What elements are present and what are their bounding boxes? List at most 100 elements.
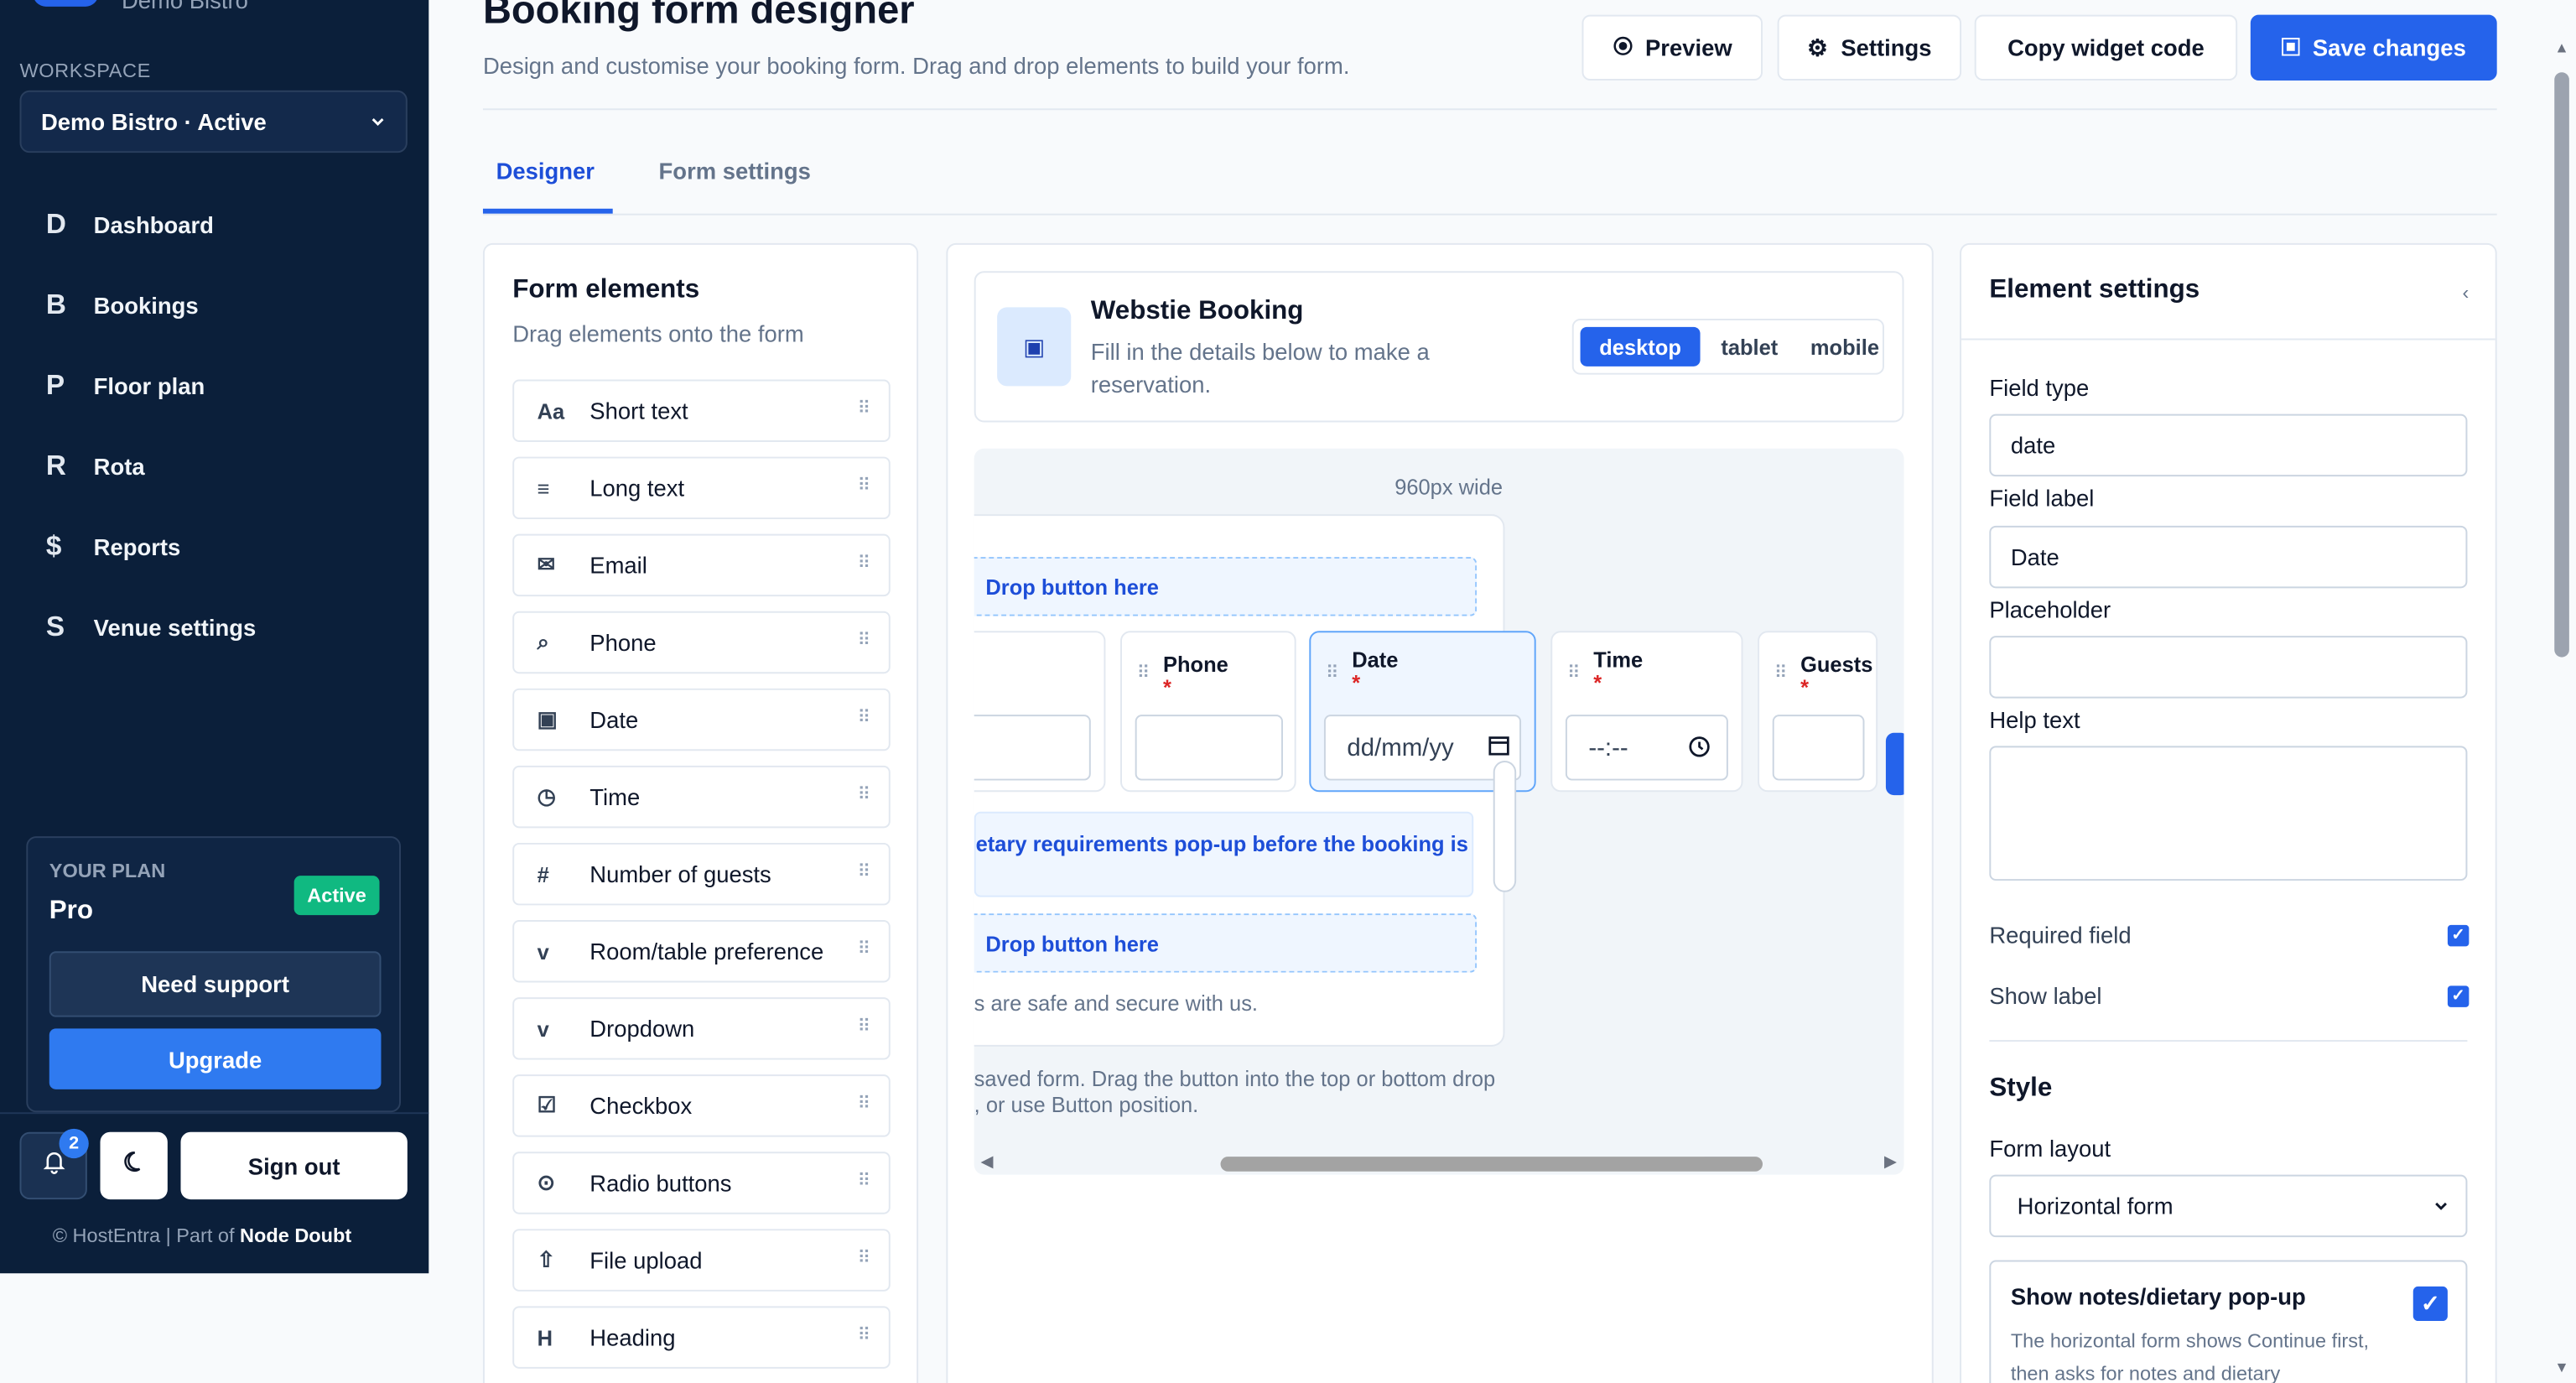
tab-form-settings[interactable]: Form settings xyxy=(659,158,811,184)
date-field-input[interactable]: dd/mm/yy xyxy=(1323,715,1522,781)
sidebar-item-venue-settings[interactable]: S Venue settings xyxy=(0,586,428,667)
field-card-guests[interactable]: ⠿ Guests * xyxy=(1758,631,1878,793)
brand-name: Demo Bistro xyxy=(121,0,248,13)
upgrade-button[interactable]: Upgrade xyxy=(49,1028,382,1089)
drag-handle-icon[interactable]: ⠿ xyxy=(857,475,870,497)
element-label: Long text xyxy=(589,475,685,502)
drag-handle-icon[interactable]: ⠿ xyxy=(1326,662,1339,684)
page-scrollbar[interactable] xyxy=(2554,72,2569,658)
drop-zone-bottom[interactable]: Drop button here xyxy=(974,913,1478,973)
submit-button-partial[interactable] xyxy=(1885,732,1904,796)
tab-designer[interactable]: Designer xyxy=(496,158,595,184)
drag-handle-icon[interactable]: ⠿ xyxy=(857,629,870,651)
element-date[interactable]: ▣ Date ⠿ xyxy=(512,688,891,751)
chevron-down-icon: v xyxy=(537,938,549,964)
element-dropdown[interactable]: v Dropdown ⠿ xyxy=(512,997,891,1060)
drag-handle-icon[interactable]: ⠿ xyxy=(857,1324,870,1346)
placeholder-input[interactable] xyxy=(1989,636,2468,699)
element-file-upload[interactable]: ⇧ File upload ⠿ xyxy=(512,1229,891,1292)
workspace-label: WORKSPACE xyxy=(19,59,151,82)
element-room-table-preference[interactable]: v Room/table preference ⠿ xyxy=(512,920,891,983)
element-short-text[interactable]: Aa Short text ⠿ xyxy=(512,379,891,442)
theme-toggle-button[interactable] xyxy=(100,1131,168,1200)
element-email[interactable]: ✉ Email ⠿ xyxy=(512,533,891,597)
device-mobile-button[interactable]: mobile xyxy=(1804,327,1886,367)
drag-handle-icon[interactable]: ⠿ xyxy=(857,552,870,574)
notes-popup-checkbox[interactable]: ✓ xyxy=(2412,1286,2448,1322)
scroll-right-arrow-icon[interactable]: ▶ xyxy=(1884,1153,1897,1172)
device-desktop-button[interactable]: desktop xyxy=(1580,326,1701,367)
field-scrollbar[interactable] xyxy=(1493,761,1517,892)
form-elements-title: Form elements xyxy=(512,276,700,304)
page-scroll-down-icon[interactable]: ▼ xyxy=(2554,1359,2568,1375)
preview-button[interactable]: Preview xyxy=(1581,14,1763,81)
dashboard-icon: D xyxy=(45,207,66,240)
element-time[interactable]: ◷ Time ⠿ xyxy=(512,765,891,829)
element-label: Checkbox xyxy=(589,1092,693,1120)
calendar-icon[interactable] xyxy=(1488,735,1509,762)
drag-handle-icon[interactable]: ⠿ xyxy=(1774,662,1788,684)
calendar-icon: ▣ xyxy=(997,307,1072,387)
sidebar-item-floor-plan[interactable]: P Floor plan xyxy=(0,345,428,425)
element-label: File upload xyxy=(589,1246,703,1274)
field-card-name[interactable] xyxy=(974,631,1106,793)
drag-handle-icon[interactable]: ⠿ xyxy=(857,1093,870,1115)
name-field-input[interactable] xyxy=(974,715,1091,781)
scrollbar-thumb[interactable] xyxy=(1220,1157,1763,1172)
workspace-select[interactable]: Demo Bistro · Active xyxy=(19,90,408,153)
lines-icon: ≡ xyxy=(537,476,550,501)
need-support-button[interactable]: Need support xyxy=(49,951,382,1017)
field-type-input[interactable]: date xyxy=(1989,413,2468,477)
sidebar-item-bookings[interactable]: B Bookings xyxy=(0,264,428,345)
clock-icon[interactable] xyxy=(1689,736,1710,764)
drag-handle-icon[interactable]: ⠿ xyxy=(857,861,870,882)
drag-handle-icon[interactable]: ⠿ xyxy=(857,1170,870,1192)
element-phone[interactable]: ⌕ Phone ⠿ xyxy=(512,611,891,674)
page-scroll-up-icon[interactable]: ▲ xyxy=(2554,39,2568,56)
help-text-textarea[interactable] xyxy=(1989,746,2468,881)
copyright-company[interactable]: Node Doubt xyxy=(240,1224,351,1246)
save-changes-button[interactable]: Save changes xyxy=(2250,14,2497,81)
sidebar-item-dashboard[interactable]: D Dashboard xyxy=(0,184,428,264)
field-card-time[interactable]: ⠿ Time * --:-- xyxy=(1550,631,1743,793)
drag-handle-icon[interactable]: ⠿ xyxy=(857,938,870,960)
element-checkbox[interactable]: ☑ Checkbox ⠿ xyxy=(512,1074,891,1137)
field-card-phone[interactable]: ⠿ Phone * xyxy=(1120,631,1296,793)
drag-handle-icon[interactable]: ⠿ xyxy=(1137,662,1150,684)
form-layout-select[interactable]: Horizontal form xyxy=(1989,1174,2468,1238)
show-label-checkbox[interactable]: ✓ xyxy=(2447,985,2470,1007)
drop-zone-top[interactable]: Drop button here xyxy=(974,557,1478,616)
element-heading[interactable]: H Heading ⠿ xyxy=(512,1306,891,1369)
required-field-checkbox[interactable]: ✓ xyxy=(2447,924,2470,947)
element-radio-buttons[interactable]: ⊙ Radio buttons ⠿ xyxy=(512,1152,891,1214)
device-tablet-button[interactable]: tablet xyxy=(1708,327,1790,367)
drag-handle-icon[interactable]: ⠿ xyxy=(857,398,870,419)
tab-bar: Designer Form settings xyxy=(482,138,2497,216)
horizontal-scrollbar[interactable]: ◀ ▶ xyxy=(974,1148,1904,1174)
chevron-down-icon xyxy=(370,108,387,134)
phone-field-input[interactable] xyxy=(1135,715,1283,781)
form-header-card: ▣ Webstie Booking Fill in the details be… xyxy=(974,271,1904,423)
device-switcher: desktop tablet mobile xyxy=(1571,319,1886,375)
scroll-left-arrow-icon[interactable]: ◀ xyxy=(981,1153,994,1172)
time-value: --:-- xyxy=(1588,733,1628,762)
save-label: Save changes xyxy=(2312,34,2466,61)
drag-handle-icon[interactable]: ⠿ xyxy=(857,706,870,728)
drag-handle-icon[interactable]: ⠿ xyxy=(857,783,870,805)
sidebar-item-rota[interactable]: R Rota xyxy=(0,425,428,506)
sign-out-button[interactable]: Sign out xyxy=(180,1131,408,1200)
guests-field-input[interactable] xyxy=(1772,715,1865,781)
settings-button[interactable]: ⚙ Settings xyxy=(1777,14,1962,81)
drag-handle-icon[interactable]: ⠿ xyxy=(857,1247,870,1269)
sidebar-item-reports[interactable]: $ Reports xyxy=(0,506,428,586)
workspace-value: Demo Bistro · Active xyxy=(40,108,267,135)
element-long-text[interactable]: ≡ Long text ⠿ xyxy=(512,456,891,520)
time-field-input[interactable]: --:-- xyxy=(1565,715,1728,781)
field-label-input[interactable]: Date xyxy=(1989,525,2468,589)
copyright-prefix: © HostEntra | Part of xyxy=(52,1224,241,1247)
collapse-panel-icon[interactable]: ‹ xyxy=(2463,281,2470,304)
element-number-of-guests[interactable]: # Number of guests ⠿ xyxy=(512,842,891,906)
drag-handle-icon[interactable]: ⠿ xyxy=(1567,662,1581,684)
drag-handle-icon[interactable]: ⠿ xyxy=(857,1016,870,1037)
copy-widget-code-button[interactable]: Copy widget code xyxy=(1974,14,2238,81)
